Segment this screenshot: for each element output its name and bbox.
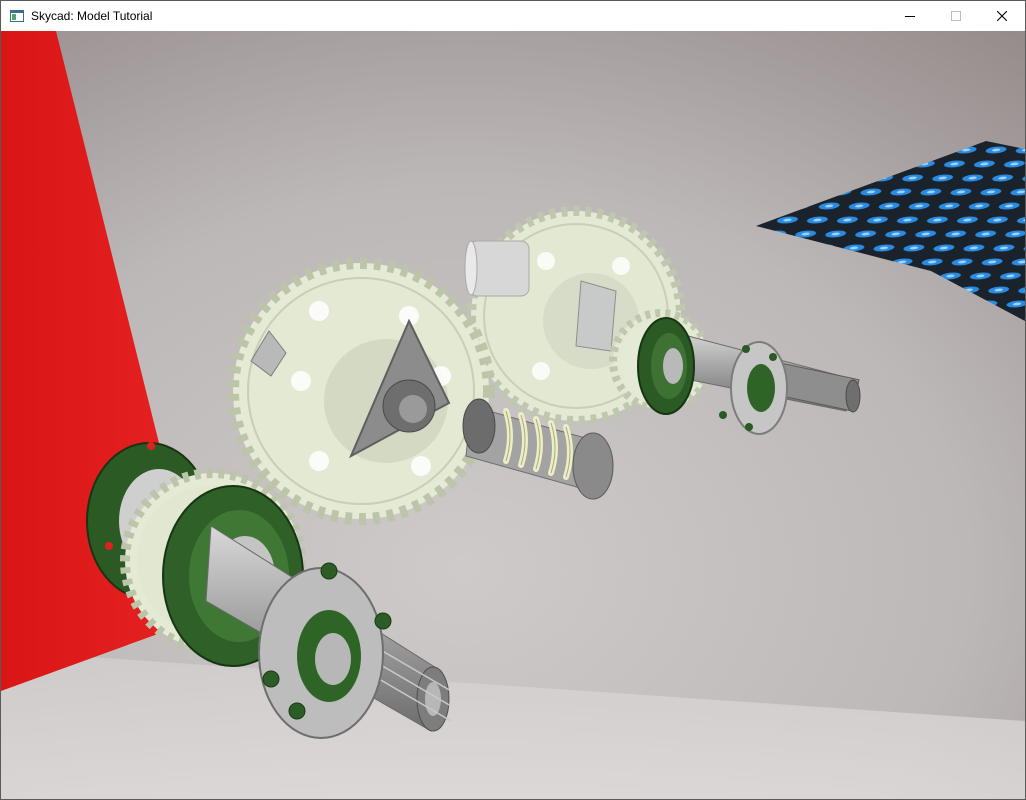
gear-center-large[interactable]: [227, 257, 495, 525]
close-button[interactable]: [979, 1, 1025, 31]
app-window-icon: [10, 10, 24, 22]
cylinder-sleeve: [464, 240, 530, 297]
bearing-green-right[interactable]: [637, 317, 695, 415]
minimize-button[interactable]: [887, 1, 933, 31]
window-title: Skycad: Model Tutorial: [31, 9, 153, 23]
title-bar[interactable]: Skycad: Model Tutorial: [1, 1, 1025, 31]
maximize-button[interactable]: [933, 1, 979, 31]
minimize-icon: [905, 16, 915, 17]
3d-viewport[interactable]: [1, 31, 1025, 799]
close-icon: [997, 11, 1007, 21]
caption-buttons: [887, 1, 1025, 31]
maximize-icon: [951, 11, 961, 21]
scene-canvas[interactable]: [1, 31, 1025, 799]
app-window: Skycad: Model Tutorial: [0, 0, 1026, 800]
